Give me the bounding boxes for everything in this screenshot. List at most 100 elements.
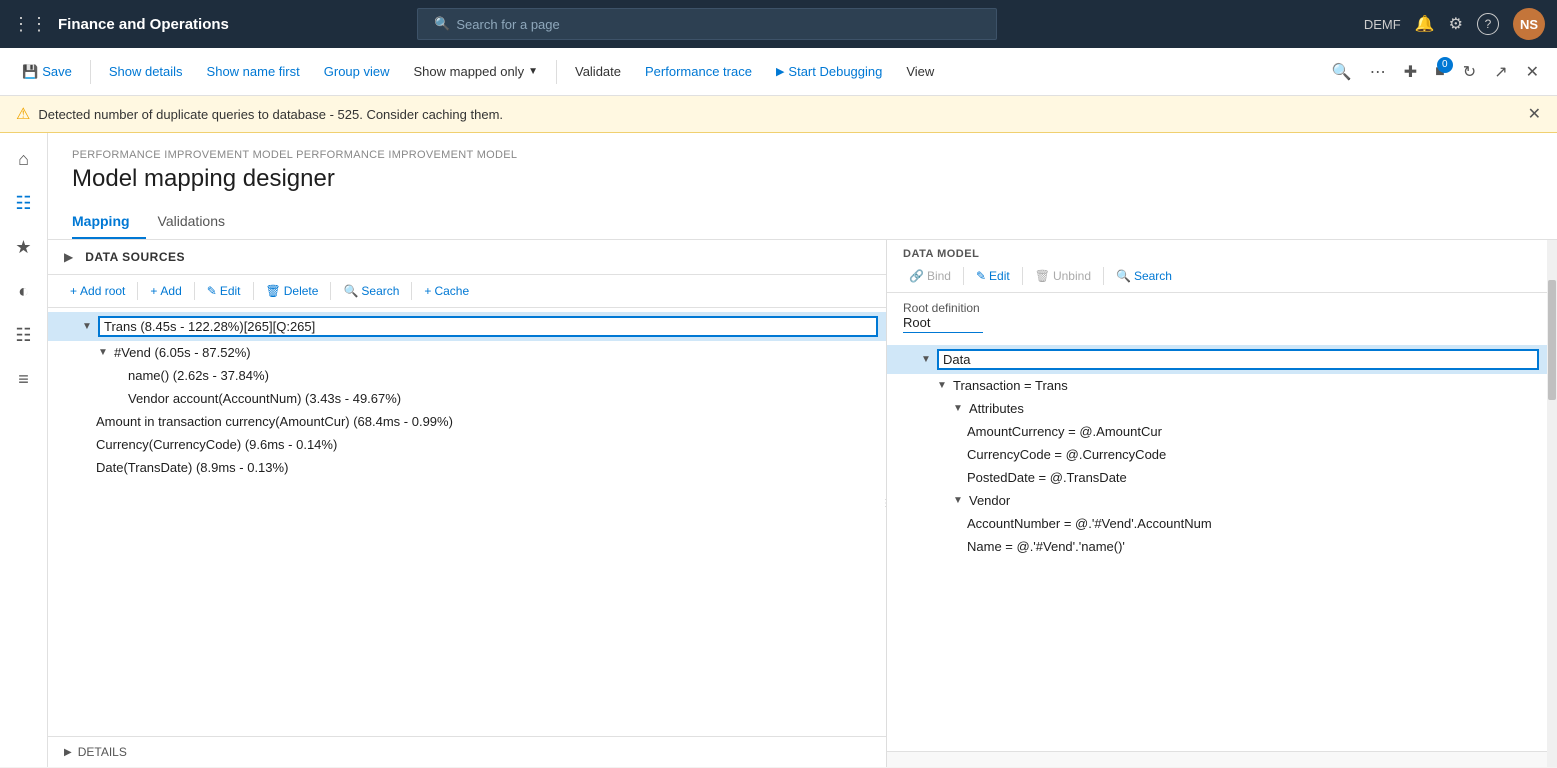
dm-vendor-label: Vendor [969, 493, 1539, 508]
save-icon: 💾 [22, 64, 38, 80]
dm-posteddate-label: PostedDate = @.TransDate [967, 470, 1539, 485]
tree-item-transdate[interactable]: Date(TransDate) (8.9ms - 0.13%) [48, 456, 886, 479]
data-sources-expand-icon[interactable]: ▶ [64, 250, 73, 264]
show-mapped-only-button[interactable]: Show mapped only ▼ [404, 60, 548, 83]
dm-item-accountnumber[interactable]: AccountNumber = @.'#Vend'.AccountNum [887, 512, 1547, 535]
root-def-value: Root [903, 315, 983, 333]
unbind-button[interactable]: 🗑 Unbind [1029, 266, 1097, 286]
dm-accountnumber-label: AccountNumber = @.'#Vend'.AccountNum [967, 516, 1539, 531]
debug-icon: ▶ [776, 65, 784, 78]
refresh-button[interactable]: ↻ [1457, 58, 1482, 86]
dm-item-amountcurrency[interactable]: AmountCurrency = @.AmountCur [887, 420, 1547, 443]
cache-icon: + [424, 284, 431, 298]
show-mapped-only-label: Show mapped only [414, 64, 525, 79]
sidebar-item-home[interactable]: ⌂ [6, 141, 42, 177]
environment-label: DEMF [1364, 17, 1401, 32]
dm-edit-button[interactable]: ✎ Edit [970, 266, 1016, 286]
gear-icon[interactable]: ⚙ [1449, 14, 1463, 34]
root-definition: Root definition Root [887, 293, 1547, 341]
save-button[interactable]: 💾 Save [12, 60, 82, 84]
toolbar: 💾 Save Show details Show name first Grou… [0, 48, 1557, 96]
unbind-label: Unbind [1053, 269, 1091, 283]
sidebar-item-star[interactable]: ★ [6, 229, 42, 265]
show-details-button[interactable]: Show details [99, 60, 193, 83]
dm-item-posteddate[interactable]: PostedDate = @.TransDate [887, 466, 1547, 489]
page-title: Model mapping designer [48, 161, 1557, 205]
dm-search-button[interactable]: 🔍 Search [1110, 266, 1178, 286]
more-options-button[interactable]: ⋯ [1364, 58, 1392, 86]
amountcur-label: Amount in transaction currency(AmountCur… [96, 414, 878, 429]
tree-item-amountcur[interactable]: Amount in transaction currency(AmountCur… [48, 410, 886, 433]
sidebar-item-filter[interactable]: ☷ [6, 185, 42, 221]
add-icon: + [150, 284, 157, 298]
search-toolbar-icon[interactable]: 🔍 [1326, 58, 1358, 86]
dm-item-vendorname[interactable]: Name = @.'#Vend'.'name()' [887, 535, 1547, 558]
show-details-label: Show details [109, 64, 183, 79]
vend-toggle-icon[interactable]: ▼ [96, 346, 110, 360]
dm-sep-2 [1022, 267, 1023, 285]
pin-button[interactable]: ✚ [1398, 58, 1423, 86]
left-sidebar: ⌂ ☷ ★ ◐ ☷ ≡ [0, 133, 48, 767]
dm-edit-icon: ✎ [976, 269, 986, 283]
delete-button[interactable]: 🗑 Delete [260, 281, 325, 301]
toolbar-right: 🔍 ⋯ ✚ ■ 0 ↻ ↗ ✕ [1326, 58, 1545, 86]
panel-sep-3 [253, 282, 254, 300]
dm-item-vendor[interactable]: ▼ Vendor [887, 489, 1547, 512]
dm-attributes-label: Attributes [969, 401, 1539, 416]
search-ds-button[interactable]: 🔍 Search [337, 281, 405, 301]
trans-toggle-icon[interactable]: ▼ [80, 320, 94, 334]
data-model-toolbar: 🔗 Bind ✎ Edit 🗑 Unbind 🔍 [887, 260, 1547, 293]
help-icon[interactable]: ? [1477, 13, 1499, 35]
sidebar-item-clock[interactable]: ◐ [6, 273, 42, 309]
dm-item-transaction[interactable]: ▼ Transaction = Trans [887, 374, 1547, 397]
global-search[interactable]: 🔍 Search for a page [417, 8, 997, 40]
details-section[interactable]: ▶ DETAILS [48, 736, 886, 767]
right-scrollbar[interactable] [1547, 240, 1557, 767]
group-view-button[interactable]: Group view [314, 60, 400, 83]
notification-bell-icon[interactable]: 🔔 [1415, 14, 1435, 34]
trans-label: Trans (8.45s - 122.28%)[265][Q:265] [98, 316, 878, 337]
dm-vendor-toggle-icon[interactable]: ▼ [951, 494, 965, 508]
close-button[interactable]: ✕ [1520, 58, 1545, 86]
dm-item-currencycode2[interactable]: CurrencyCode = @.CurrencyCode [887, 443, 1547, 466]
popout-button[interactable]: ↗ [1488, 58, 1513, 86]
bind-button[interactable]: 🔗 Bind [903, 266, 957, 286]
dm-item-attributes[interactable]: ▼ Attributes [887, 397, 1547, 420]
tabs: Mapping Validations [48, 205, 1557, 240]
resize-handle[interactable]: ⋮ [882, 240, 887, 767]
delete-icon: 🗑 [266, 284, 281, 298]
tree-item-trans[interactable]: ▼ Trans (8.45s - 122.28%)[265][Q:265] [48, 312, 886, 341]
tree-item-vend[interactable]: ▼ #Vend (6.05s - 87.52%) [48, 341, 886, 364]
validate-button[interactable]: Validate [565, 60, 631, 83]
tree-item-name[interactable]: name() (2.62s - 37.84%) [48, 364, 886, 387]
cache-button[interactable]: + Cache [418, 281, 475, 301]
tree-item-currencycode[interactable]: Currency(CurrencyCode) (9.6ms - 0.14%) [48, 433, 886, 456]
tab-validations[interactable]: Validations [158, 205, 241, 239]
details-expand-icon: ▶ [64, 747, 72, 758]
sidebar-item-list[interactable]: ≡ [6, 361, 42, 397]
sidebar-item-dashboard[interactable]: ☷ [6, 317, 42, 353]
show-name-first-button[interactable]: Show name first [197, 60, 310, 83]
view-button[interactable]: View [896, 60, 944, 83]
app-title: Finance and Operations [58, 16, 229, 33]
dm-vendorname-label: Name = @.'#Vend'.'name()' [967, 539, 1539, 554]
dm-transaction-toggle-icon[interactable]: ▼ [935, 379, 949, 393]
grid-icon[interactable]: ⋮⋮ [12, 14, 48, 35]
add-button[interactable]: + Add [144, 281, 187, 301]
add-root-button[interactable]: + Add root [64, 281, 131, 301]
performance-trace-button[interactable]: Performance trace [635, 60, 762, 83]
dm-data-toggle-icon[interactable]: ▼ [919, 353, 933, 367]
user-avatar[interactable]: NS [1513, 8, 1545, 40]
extension-button[interactable]: ■ 0 [1429, 59, 1451, 85]
tab-mapping[interactable]: Mapping [72, 205, 146, 239]
tree-item-vendaccount[interactable]: Vendor account(AccountNum) (3.43s - 49.6… [48, 387, 886, 410]
dm-item-data[interactable]: ▼ Data [887, 345, 1547, 374]
unbind-icon: 🗑 [1035, 269, 1050, 283]
show-name-first-label: Show name first [207, 64, 300, 79]
start-debugging-button[interactable]: ▶ Start Debugging [766, 60, 892, 83]
warning-close-button[interactable]: ✕ [1528, 104, 1541, 124]
toolbar-sep-2 [556, 60, 557, 84]
edit-button[interactable]: ✎ Edit [201, 281, 247, 301]
dm-attributes-toggle-icon[interactable]: ▼ [951, 402, 965, 416]
scrollbar-thumb[interactable] [1548, 280, 1556, 400]
